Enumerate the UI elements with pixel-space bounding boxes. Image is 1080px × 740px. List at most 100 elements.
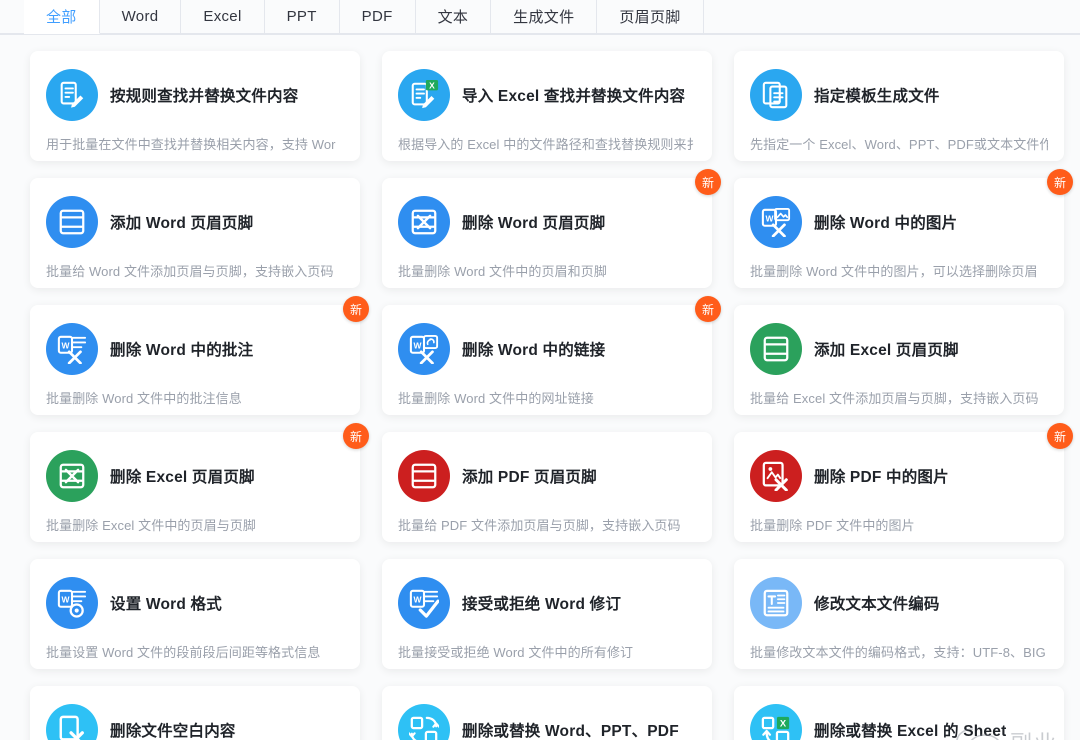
feature-card[interactable]: 修改文本文件编码批量修改文本文件的编码格式，支持：UTF-8、BIG新 <box>734 559 1064 669</box>
feature-card-header: X 删除或替换 Excel 的 Sheet <box>750 704 1048 740</box>
svg-text:W: W <box>413 341 421 351</box>
category-tab-bar: 全部 Word Excel PPT PDF 文本 生成文件 页眉页脚 <box>0 0 1080 35</box>
pdf-header-footer-icon <box>398 450 450 502</box>
feature-card-title: 删除 Word 中的批注 <box>110 338 253 360</box>
tab-all[interactable]: 全部 <box>24 0 100 34</box>
feature-card-description: 用于批量在文件中查找并替换相关内容，支持 Wor <box>46 134 344 153</box>
word-image-delete-icon: W <box>750 196 802 248</box>
feature-card-description: 批量接受或拒绝 Word 文件中的所有修订 <box>398 642 696 661</box>
feature-card-title: 导入 Excel 查找并替换文件内容 <box>462 84 685 106</box>
tab-pdf[interactable]: PDF <box>340 0 416 34</box>
doc-edit-excel-icon: X <box>398 69 450 121</box>
feature-card-title: 按规则查找并替换文件内容 <box>110 84 298 106</box>
tab-ppt[interactable]: PPT <box>265 0 340 34</box>
word-revision-icon: W <box>398 577 450 629</box>
feature-card[interactable]: X导入 Excel 查找并替换文件内容根据导入的 Excel 中的文件路径和查找… <box>382 51 712 161</box>
text-encoding-icon <box>750 577 802 629</box>
feature-card-description: 批量修改文本文件的编码格式，支持：UTF-8、BIG <box>750 642 1048 661</box>
doc-edit-icon <box>46 69 98 121</box>
blank-delete-icon <box>46 704 98 740</box>
tab-word[interactable]: Word <box>100 0 182 34</box>
feature-card-title: 删除文件空白内容 <box>110 719 236 740</box>
new-badge: 新 <box>695 296 721 322</box>
template-copy-icon <box>750 69 802 121</box>
feature-card-header: W 删除 Word 中的图片 <box>750 196 1048 248</box>
tab-excel[interactable]: Excel <box>181 0 264 34</box>
excel-sheet-replace-icon: X <box>750 704 802 740</box>
feature-card[interactable]: W删除 Word 中的图片批量删除 Word 文件中的图片，可以选择删除页眉新 <box>734 178 1064 288</box>
tab-text[interactable]: 文本 <box>416 0 492 34</box>
feature-card-title: 删除 Word 中的链接 <box>462 338 605 360</box>
feature-card-title: 添加 Word 页眉页脚 <box>110 211 253 233</box>
tab-bar-lead-spacer <box>0 0 24 34</box>
svg-text:W: W <box>413 595 421 605</box>
new-badge: 新 <box>695 169 721 195</box>
feature-card-title: 删除或替换 Word、PPT、PDF <box>462 719 679 740</box>
feature-card[interactable]: W删除 Word 中的批注批量删除 Word 文件中的批注信息新 <box>30 305 360 415</box>
feature-card-header: 按规则查找并替换文件内容 <box>46 69 344 121</box>
feature-card-header: 添加 Excel 页眉页脚 <box>750 323 1048 375</box>
svg-text:W: W <box>61 595 69 605</box>
word-link-delete-icon: W <box>398 323 450 375</box>
feature-card-header: W 接受或拒绝 Word 修订 <box>398 577 696 629</box>
feature-card[interactable]: 删除或替换 Word、PPT、PDF新 <box>382 686 712 740</box>
new-badge: 新 <box>343 296 369 322</box>
feature-card[interactable]: 删除 Word 页眉页脚批量删除 Word 文件中的页眉和页脚新 <box>382 178 712 288</box>
feature-card-title: 删除 PDF 中的图片 <box>814 465 949 487</box>
feature-card-description: 批量删除 Word 文件中的页眉和页脚 <box>398 261 696 280</box>
feature-card[interactable]: 添加 Excel 页眉页脚批量给 Excel 文件添加页眉与页脚，支持嵌入页码新 <box>734 305 1064 415</box>
feature-card-header: 删除 Word 页眉页脚 <box>398 196 696 248</box>
svg-text:X: X <box>780 719 787 729</box>
tab-bar-trailing-space <box>704 0 1080 34</box>
excel-header-footer-icon <box>750 323 802 375</box>
feature-card-description: 批量删除 Word 文件中的图片，可以选择删除页眉 <box>750 261 1048 280</box>
feature-card-description: 批量删除 PDF 文件中的图片 <box>750 515 1048 534</box>
feature-card-header: 删除 PDF 中的图片 <box>750 450 1048 502</box>
replace-shape-icon <box>398 704 450 740</box>
feature-card[interactable]: 删除 PDF 中的图片批量删除 PDF 文件中的图片新 <box>734 432 1064 542</box>
feature-card-title: 删除 Word 页眉页脚 <box>462 211 605 233</box>
feature-card[interactable]: 添加 PDF 页眉页脚批量给 PDF 文件添加页眉与页脚，支持嵌入页码新 <box>382 432 712 542</box>
feature-card[interactable]: W删除 Word 中的链接批量删除 Word 文件中的网址链接新 <box>382 305 712 415</box>
feature-card[interactable]: 删除 Excel 页眉页脚批量删除 Excel 文件中的页眉与页脚新 <box>30 432 360 542</box>
feature-card-header: 删除 Excel 页眉页脚 <box>46 450 344 502</box>
feature-card-header: 删除或替换 Word、PPT、PDF <box>398 704 696 740</box>
word-comment-delete-icon: W <box>46 323 98 375</box>
feature-card-title: 删除或替换 Excel 的 Sheet <box>814 719 1006 740</box>
feature-card-header: 修改文本文件编码 <box>750 577 1048 629</box>
tab-header-footer[interactable]: 页眉页脚 <box>597 0 703 34</box>
feature-card-title: 设置 Word 格式 <box>110 592 222 614</box>
feature-card-title: 删除 Excel 页眉页脚 <box>110 465 255 487</box>
new-badge: 新 <box>343 423 369 449</box>
tab-generate-file[interactable]: 生成文件 <box>491 0 597 34</box>
excel-header-footer-delete-icon <box>46 450 98 502</box>
feature-card[interactable]: 删除文件空白内容新 <box>30 686 360 740</box>
feature-card-title: 接受或拒绝 Word 修订 <box>462 592 621 614</box>
feature-card-header: W 设置 Word 格式 <box>46 577 344 629</box>
feature-card-description: 批量给 Word 文件添加页眉与页脚，支持嵌入页码 <box>46 261 344 280</box>
feature-card-title: 修改文本文件编码 <box>814 592 940 614</box>
feature-card-area: 按规则查找并替换文件内容用于批量在文件中查找并替换相关内容，支持 Wor 新 X 导入… <box>0 35 1080 740</box>
svg-text:W: W <box>765 214 773 224</box>
feature-card-title: 添加 PDF 页眉页脚 <box>462 465 597 487</box>
feature-card-header: W 删除 Word 中的链接 <box>398 323 696 375</box>
feature-card-description: 批量删除 Excel 文件中的页眉与页脚 <box>46 515 344 534</box>
feature-card-header: X 导入 Excel 查找并替换文件内容 <box>398 69 696 121</box>
feature-card-title: 添加 Excel 页眉页脚 <box>814 338 959 360</box>
feature-card[interactable]: 添加 Word 页眉页脚批量给 Word 文件添加页眉与页脚，支持嵌入页码新 <box>30 178 360 288</box>
feature-card[interactable]: W接受或拒绝 Word 修订批量接受或拒绝 Word 文件中的所有修订新 <box>382 559 712 669</box>
feature-card-header: 指定模板生成文件 <box>750 69 1048 121</box>
feature-card-description: 批量删除 Word 文件中的网址链接 <box>398 388 696 407</box>
feature-card-title: 删除 Word 中的图片 <box>814 211 957 233</box>
feature-card-header: 添加 Word 页眉页脚 <box>46 196 344 248</box>
feature-card-description: 批量给 Excel 文件添加页眉与页脚，支持嵌入页码 <box>750 388 1048 407</box>
feature-card-header: 添加 PDF 页眉页脚 <box>398 450 696 502</box>
feature-card[interactable]: X删除或替换 Excel 的 Sheet新 <box>734 686 1064 740</box>
pdf-image-delete-icon <box>750 450 802 502</box>
feature-card[interactable]: 指定模板生成文件先指定一个 Excel、Word、PPT、PDF或文本文件作新 <box>734 51 1064 161</box>
feature-card[interactable]: W设置 Word 格式批量设置 Word 文件的段前段后间距等格式信息新 <box>30 559 360 669</box>
word-format-icon: W <box>46 577 98 629</box>
svg-text:X: X <box>429 80 435 90</box>
feature-card-header: W 删除 Word 中的批注 <box>46 323 344 375</box>
feature-card[interactable]: 按规则查找并替换文件内容用于批量在文件中查找并替换相关内容，支持 Wor新 <box>30 51 360 161</box>
